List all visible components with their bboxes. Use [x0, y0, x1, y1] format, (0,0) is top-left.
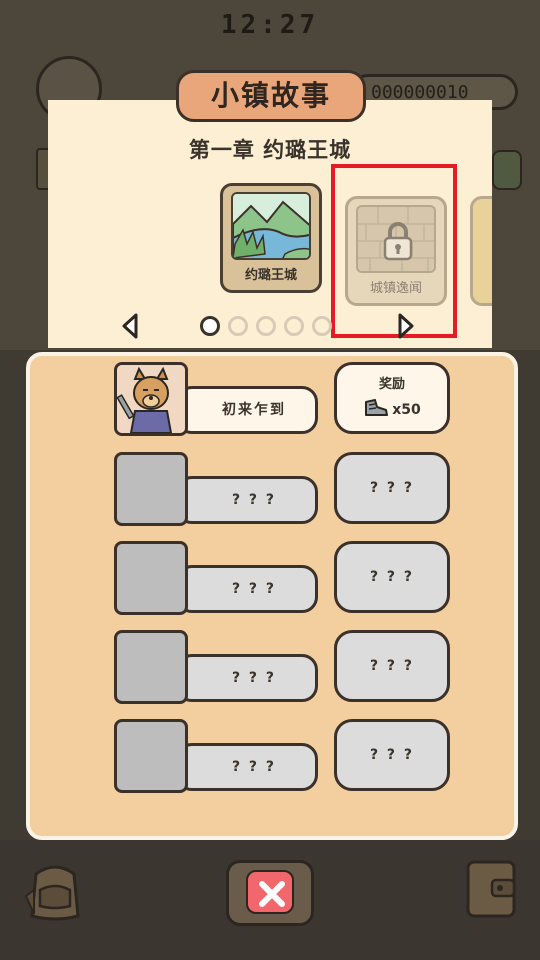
- backpack-icon: [24, 865, 80, 921]
- episode-row-locked[interactable]: ? ? ? ? ? ?: [114, 630, 452, 706]
- close-icon: [259, 881, 285, 907]
- episode-reward-button[interactable]: ? ? ?: [334, 541, 450, 613]
- episode-name: 初来乍到: [176, 386, 318, 434]
- landscape-river-icon: [231, 192, 311, 260]
- episode-row-locked[interactable]: ? ? ? ? ? ?: [114, 452, 452, 528]
- page-dot-active[interactable]: [200, 316, 220, 336]
- episode-row-locked[interactable]: ? ? ? ? ? ?: [114, 719, 452, 795]
- episode-reward-button[interactable]: ? ? ?: [334, 630, 450, 702]
- story-card-yuelu-city[interactable]: 约璐王城: [220, 183, 322, 293]
- episode-name: ? ? ?: [176, 565, 318, 613]
- episode-row-locked[interactable]: ? ? ? ? ? ?: [114, 541, 452, 617]
- shoe-icon: [365, 399, 389, 416]
- episode-name: ? ? ?: [176, 743, 318, 791]
- page-dot[interactable]: [256, 316, 276, 336]
- chevron-left-icon[interactable]: [118, 312, 142, 340]
- episode-name: ? ? ?: [176, 654, 318, 702]
- chapter-title: 第一章 约璐王城: [188, 138, 352, 162]
- episode-reward-button[interactable]: ? ? ?: [334, 452, 450, 524]
- story-card-label: 约璐王城: [244, 268, 297, 283]
- dog-character-portrait: [114, 362, 188, 436]
- locked-portrait: [114, 541, 188, 615]
- reward-amount: x50: [392, 402, 421, 418]
- story-title: 小镇故事: [176, 70, 366, 122]
- status-clock: 12:27: [220, 10, 320, 40]
- locked-portrait: [114, 452, 188, 526]
- page-dot[interactable]: [284, 316, 304, 336]
- reward-title: 奖励: [378, 377, 405, 392]
- page-dot[interactable]: [228, 316, 248, 336]
- locked-portrait: [114, 719, 188, 793]
- close-button[interactable]: [246, 870, 294, 914]
- background-map-button: [492, 150, 522, 190]
- wallet-icon: [466, 860, 516, 918]
- episode-name: ? ? ?: [176, 476, 318, 524]
- locked-portrait: [114, 630, 188, 704]
- chevron-right-icon[interactable]: [394, 312, 418, 340]
- story-card-next-partial[interactable]: [470, 196, 492, 306]
- episode-reward-button[interactable]: 奖励 x50: [334, 362, 450, 434]
- reward-line: x50: [337, 398, 447, 418]
- episode-reward-button[interactable]: ? ? ?: [334, 719, 450, 791]
- episode-row[interactable]: 初来乍到 奖励 x50: [114, 362, 452, 438]
- page-dot[interactable]: [312, 316, 332, 336]
